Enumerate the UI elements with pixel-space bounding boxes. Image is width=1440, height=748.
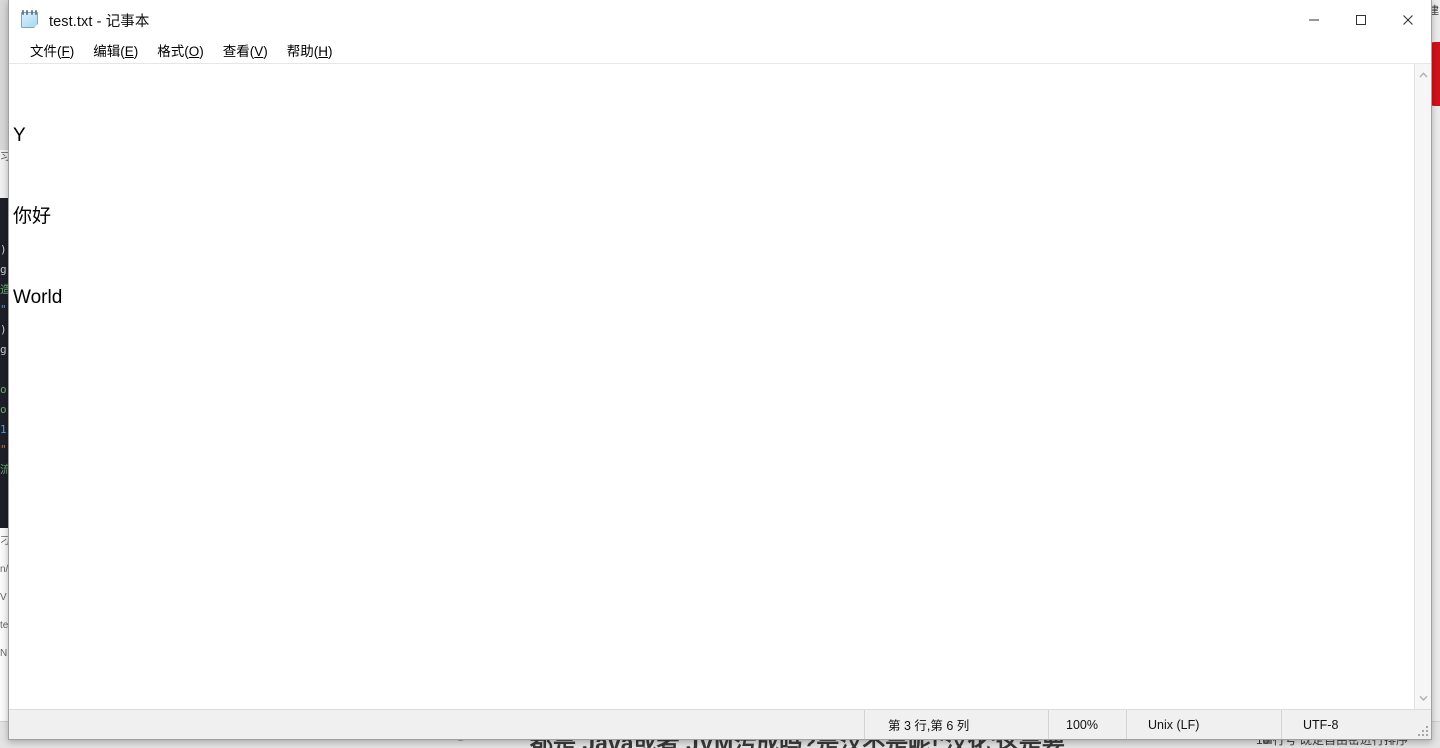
- maximize-icon: [1355, 15, 1366, 25]
- desktop-background: 习 )g造")g oro1"流 刁 n/ V te N 建 都是 Java或者 …: [0, 0, 1440, 748]
- menu-item-help[interactable]: 帮助(H): [278, 41, 342, 63]
- menu-file-accel: F: [61, 43, 70, 59]
- menu-view-accel: V: [254, 43, 264, 59]
- scroll-up-button[interactable]: [1415, 67, 1432, 83]
- menu-item-view[interactable]: 查看(V): [214, 41, 277, 63]
- resize-grip-icon[interactable]: [1416, 724, 1428, 736]
- menu-help-prefix: 帮助(: [286, 43, 319, 59]
- editor-line: World: [13, 287, 63, 308]
- maximize-button[interactable]: [1337, 0, 1384, 40]
- status-line-ending[interactable]: Unix (LF): [1126, 710, 1281, 739]
- menu-format-accel: O: [188, 43, 200, 59]
- scrollbar-track[interactable]: [1415, 83, 1432, 690]
- menu-item-file[interactable]: 文件(F): [21, 41, 83, 63]
- menu-edit-prefix: 编辑(: [93, 43, 125, 59]
- notepad-window: test.txt - 记事本 文件(F) 编辑(E) 格式(O) 查看(V) 帮…: [8, 0, 1432, 740]
- close-button[interactable]: [1384, 0, 1431, 40]
- menu-format-suffix: ): [199, 43, 204, 59]
- vertical-scrollbar[interactable]: [1414, 64, 1431, 709]
- chevron-down-icon: [1418, 695, 1428, 701]
- chevron-up-icon: [1418, 72, 1428, 78]
- menu-item-format[interactable]: 格式(O): [148, 41, 213, 63]
- menu-file-prefix: 文件(: [30, 43, 62, 59]
- status-bar-spacer: [9, 710, 864, 739]
- menu-bar: 文件(F) 编辑(E) 格式(O) 查看(V) 帮助(H): [9, 40, 1431, 63]
- editor-line: Y: [13, 125, 26, 146]
- window-title: test.txt - 记事本: [49, 13, 150, 30]
- title-bar-left: test.txt - 记事本: [9, 10, 150, 31]
- menu-file-suffix: ): [69, 43, 75, 59]
- status-zoom-level[interactable]: 100%: [1048, 710, 1126, 739]
- title-bar[interactable]: test.txt - 记事本: [9, 0, 1431, 40]
- menu-edit-accel: E: [124, 43, 134, 59]
- notepad-icon: [20, 10, 40, 30]
- text-editor[interactable]: Y 你好 World: [9, 64, 1414, 709]
- status-bar: 第 3 行,第 6 列 100% Unix (LF) UTF-8: [9, 710, 1431, 739]
- scroll-down-button[interactable]: [1415, 690, 1432, 706]
- menu-help-accel: H: [318, 43, 329, 59]
- minimize-button[interactable]: [1290, 0, 1337, 40]
- window-controls: [1290, 0, 1431, 40]
- status-encoding[interactable]: UTF-8: [1281, 710, 1431, 739]
- close-icon: [1402, 15, 1413, 25]
- editor-line: 你好: [13, 206, 52, 227]
- menu-edit-suffix: ): [133, 43, 139, 59]
- menu-format-prefix: 格式(: [157, 43, 189, 59]
- menu-view-suffix: ): [263, 43, 268, 59]
- menu-help-suffix: ): [328, 43, 333, 59]
- menu-item-edit[interactable]: 编辑(E): [84, 41, 147, 63]
- menu-view-prefix: 查看(: [222, 43, 255, 59]
- editor-area: Y 你好 World: [9, 63, 1431, 710]
- minimize-icon: [1308, 19, 1319, 21]
- status-cursor-position[interactable]: 第 3 行,第 6 列: [864, 710, 1048, 739]
